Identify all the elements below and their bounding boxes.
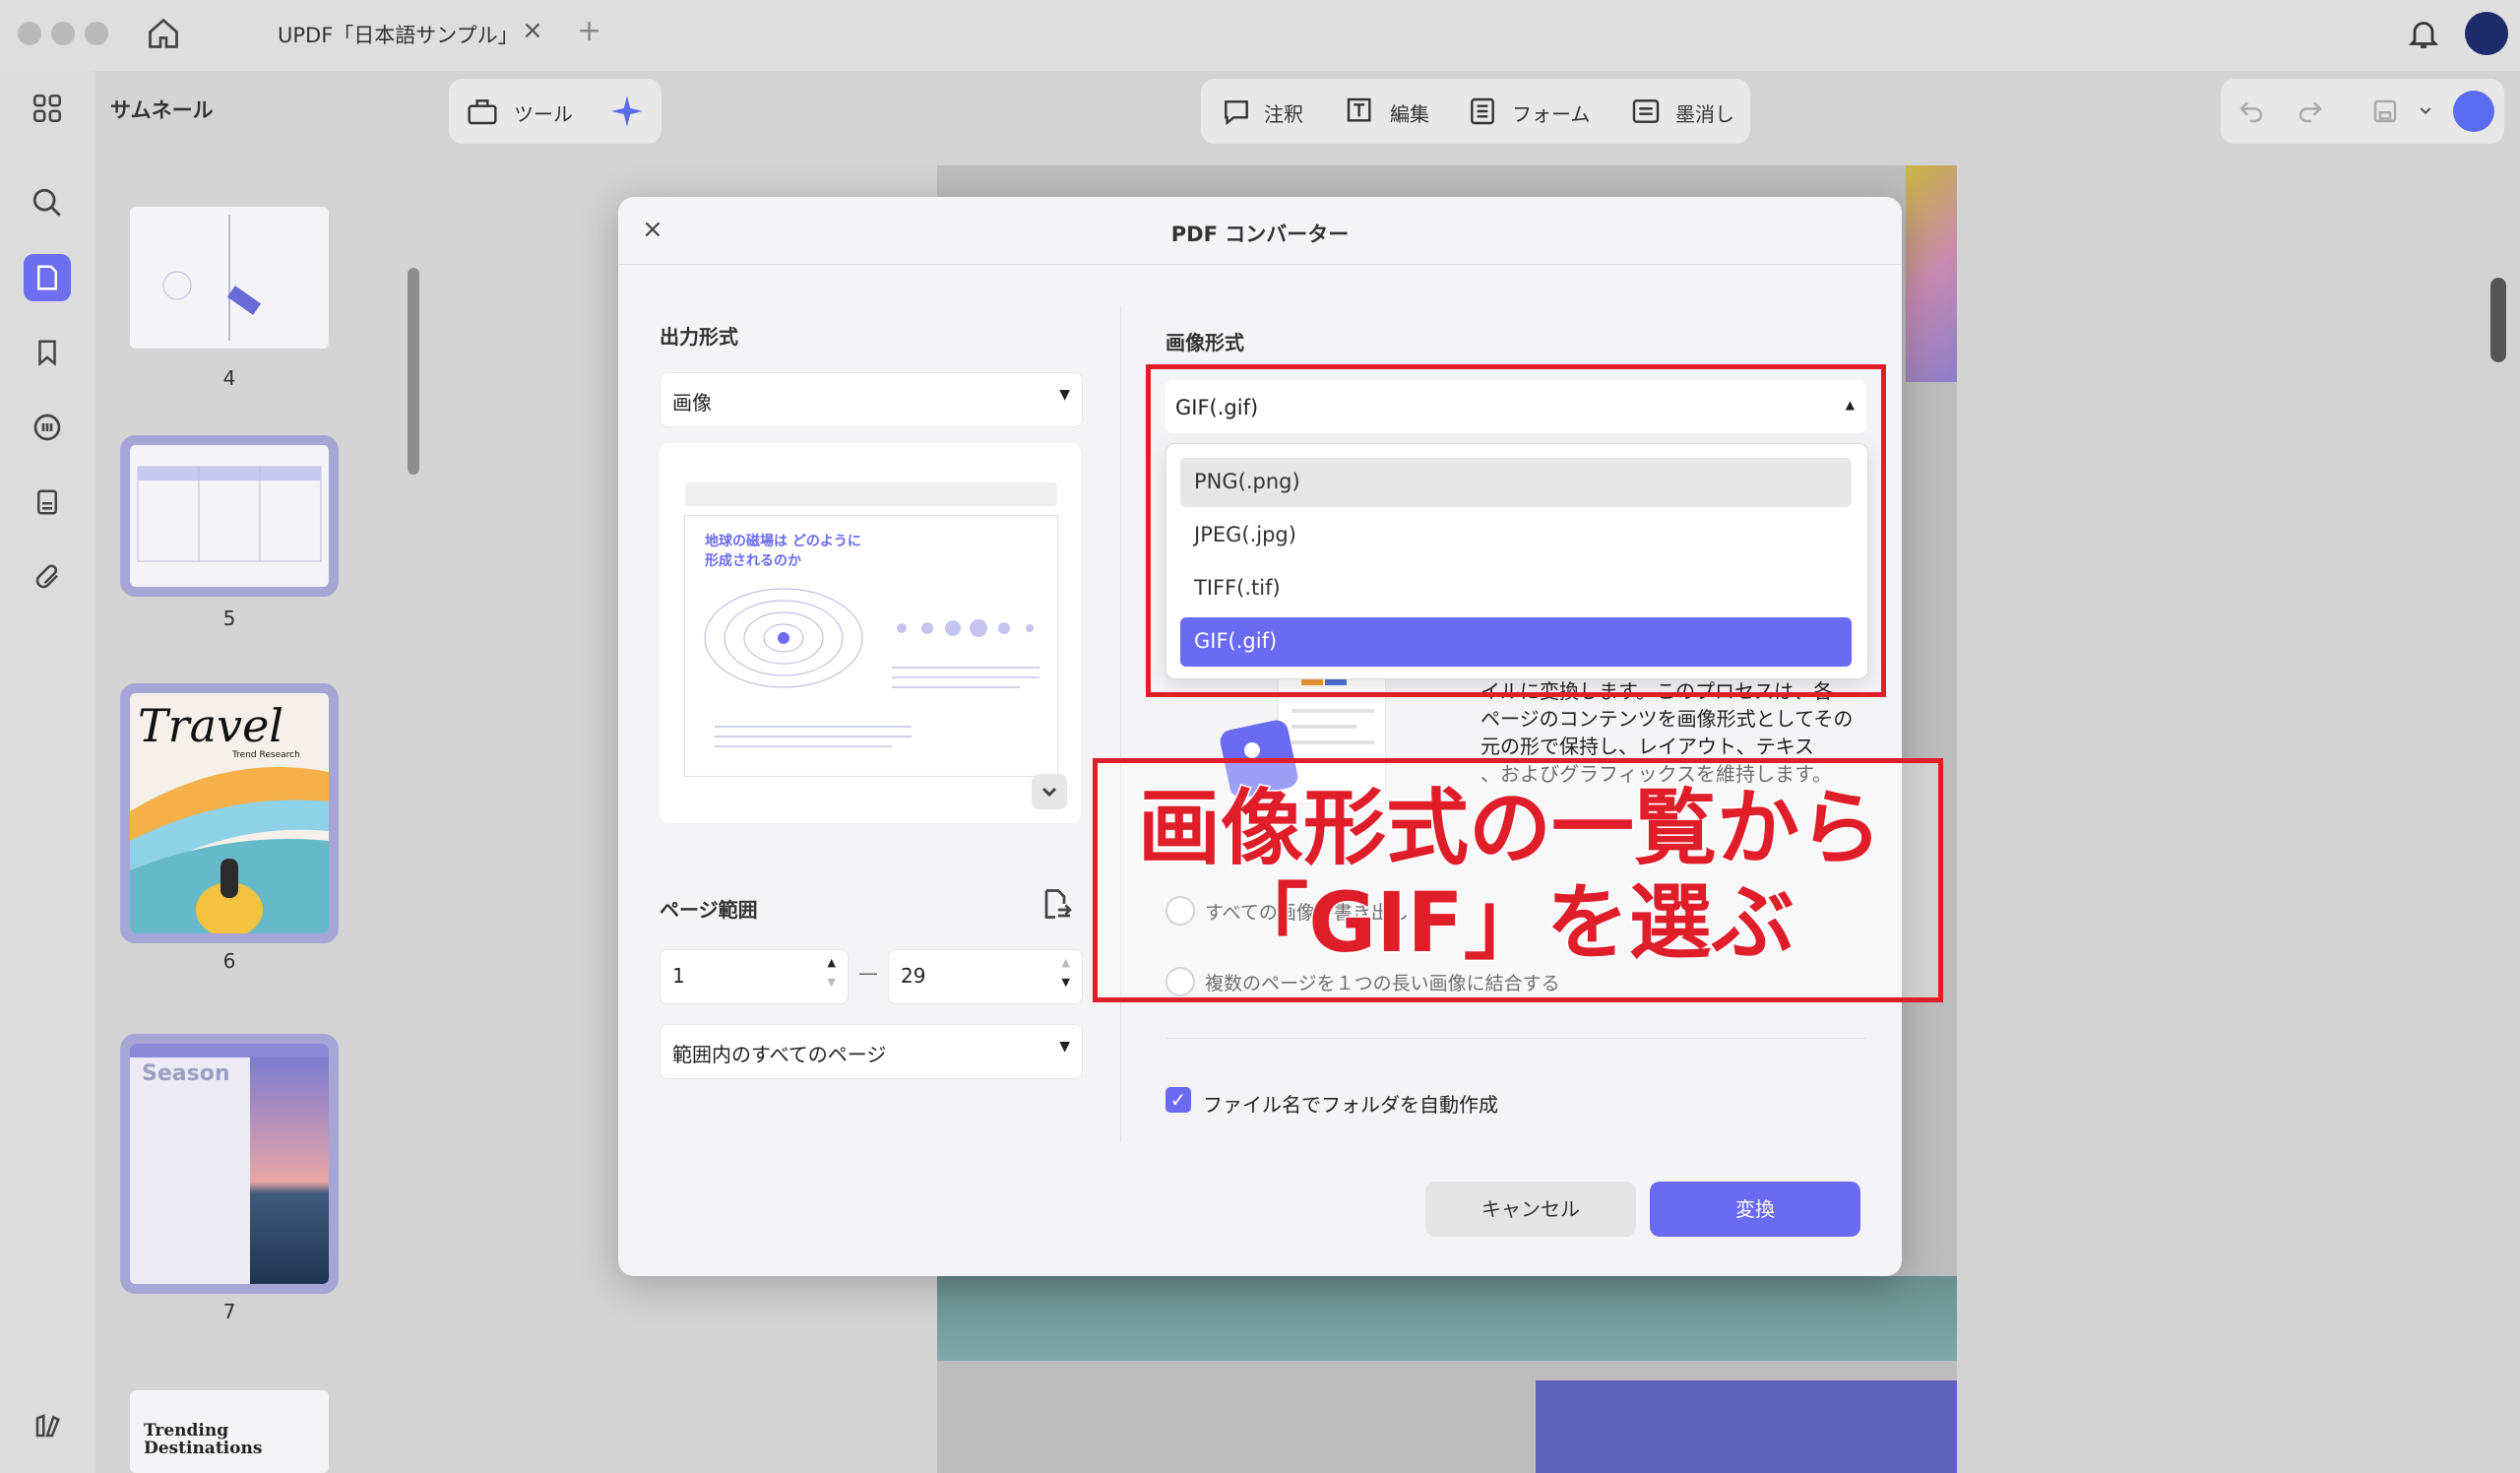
redo-icon[interactable] xyxy=(2296,96,2325,130)
form-button[interactable]: フォーム xyxy=(1512,98,1590,127)
column-divider xyxy=(1120,305,1121,1142)
thumbnail-subtitle: Trend Research xyxy=(232,750,300,760)
page-range-settings-icon[interactable] xyxy=(1038,886,1073,926)
page-color-block xyxy=(1536,1380,1957,1473)
page-photo xyxy=(937,1276,1957,1361)
range-from-stepper[interactable]: 1 ▲ ▼ xyxy=(660,949,849,1004)
thumbnail-title: Season xyxy=(142,1061,230,1086)
bookmark-icon[interactable] xyxy=(24,329,71,376)
comment-button[interactable]: 注釈 xyxy=(1264,98,1303,127)
thumbnail-page-7[interactable]: Season xyxy=(130,1044,329,1284)
range-subset-value: 範囲内のすべてのページ xyxy=(672,1043,887,1066)
thumbnail-scrollbar[interactable] xyxy=(408,268,419,475)
thumbnail-title: Travel xyxy=(138,699,284,752)
page-decoration xyxy=(1906,165,1957,382)
stepper-down-icon[interactable]: ▼ xyxy=(1062,976,1070,989)
output-format-label: 出力形式 xyxy=(660,325,738,349)
window-zoom-button[interactable] xyxy=(85,22,108,45)
range-to-value: 29 xyxy=(901,964,926,988)
document-icon[interactable] xyxy=(24,479,71,526)
history-toolbar xyxy=(2221,79,2504,144)
thumbnail-page-5[interactable] xyxy=(130,445,329,587)
window-close-button[interactable] xyxy=(18,22,41,45)
page-number: 4 xyxy=(222,366,236,390)
save-icon[interactable] xyxy=(2370,96,2400,130)
document-scrollbar[interactable] xyxy=(2490,278,2506,362)
mode-toolbar: 注釈 編集 フォーム 墨消し xyxy=(1201,79,1750,144)
home-icon[interactable] xyxy=(146,16,181,55)
window-minimize-button[interactable] xyxy=(51,22,75,45)
preview-page: 地球の磁場は どのように形成されるのか xyxy=(685,516,1057,776)
comment-icon[interactable] xyxy=(1221,96,1252,132)
page-range-label: ページ範囲 xyxy=(660,898,758,922)
divider xyxy=(1166,1038,1866,1039)
dialog-title: PDF コンバーター xyxy=(1170,223,1350,246)
redact-button[interactable]: 墨消し xyxy=(1675,98,1734,127)
annotation-line: 画像形式の一覧から xyxy=(1136,780,1883,877)
range-subset-select[interactable]: 範囲内のすべてのページ ▼ xyxy=(660,1024,1083,1079)
preview-page-stack xyxy=(685,482,1057,506)
caret-down-icon: ▼ xyxy=(1059,387,1070,403)
tools-icon[interactable] xyxy=(467,96,498,130)
range-separator: — xyxy=(858,961,878,985)
attachment-icon[interactable] xyxy=(24,553,71,601)
preview-panel: 地球の磁場は どのように形成されるのか xyxy=(660,443,1081,823)
avatar[interactable] xyxy=(2465,12,2508,55)
comments-icon[interactable] xyxy=(24,404,71,451)
stepper-up-icon[interactable]: ▲ xyxy=(828,956,836,969)
description-line: 元の形で保持し、レイアウト、テキス xyxy=(1480,735,1814,758)
tools-button[interactable]: ツール xyxy=(514,98,573,127)
tab-title: UPDF「日本語サンプル」 xyxy=(278,24,519,47)
ai-sparkle-icon[interactable] xyxy=(608,93,646,134)
caret-down-icon: ▼ xyxy=(1059,1039,1070,1055)
annotation-line: 「GIF」を選ぶ xyxy=(1225,874,1796,972)
stepper-up-icon[interactable]: ▲ xyxy=(1062,956,1070,969)
apps-grid-icon[interactable] xyxy=(24,85,71,132)
range-from-value: 1 xyxy=(672,964,685,988)
auto-folder-checkbox[interactable]: ✓ xyxy=(1166,1087,1191,1113)
output-format-value: 画像 xyxy=(672,391,712,415)
panel-title: サムネール xyxy=(110,98,214,122)
description-line: ページのコンテンツを画像形式としてその xyxy=(1480,707,1854,731)
thumbnail-panel: サムネール 4 5 Travel Trend Research 6 Season… xyxy=(94,71,433,1473)
left-rail xyxy=(0,71,94,1473)
tools-toolbar: ツール xyxy=(449,79,662,144)
stepper-down-icon[interactable]: ▼ xyxy=(828,976,836,989)
image-format-label: 画像形式 xyxy=(1166,331,1244,354)
thumbnail-page-8[interactable]: Trending Destinations xyxy=(130,1390,329,1473)
edit-icon[interactable] xyxy=(1345,95,1376,132)
search-icon[interactable] xyxy=(24,179,71,226)
convert-button[interactable]: 変換 xyxy=(1650,1182,1860,1237)
layers-icon[interactable] xyxy=(24,1402,71,1449)
annotation-highlight-box xyxy=(1146,364,1886,697)
title-bar: UPDF「日本語サンプル」 × + xyxy=(0,0,2520,71)
preview-expand-button[interactable] xyxy=(1032,774,1067,809)
page-number: 6 xyxy=(222,949,236,973)
page-number: 5 xyxy=(222,607,236,630)
document-tab[interactable]: UPDF「日本語サンプル」 × xyxy=(224,8,610,65)
form-icon[interactable] xyxy=(1467,95,1498,132)
edit-button[interactable]: 編集 xyxy=(1390,98,1429,127)
thumbnail-page-4[interactable] xyxy=(130,207,329,349)
thumbnail-page-6[interactable]: Travel Trend Research xyxy=(130,693,329,933)
new-tab-button[interactable]: + xyxy=(577,14,601,48)
redact-icon[interactable] xyxy=(1630,95,1662,132)
range-to-stepper[interactable]: 29 ▲ ▼ xyxy=(888,949,1083,1004)
preview-heading: 地球の磁場は どのように形成されるのか xyxy=(705,534,861,569)
pdf-converter-dialog: × PDF コンバーター 出力形式 画像 ▼ 地球の磁場は どのように形成される… xyxy=(618,197,1902,1276)
ai-assistant-icon[interactable] xyxy=(2453,91,2494,132)
chevron-down-icon[interactable] xyxy=(2418,102,2433,122)
undo-icon[interactable] xyxy=(2236,96,2266,130)
cancel-button[interactable]: キャンセル xyxy=(1425,1182,1636,1237)
annotation-text: 画像形式の一覧から 「GIF」を選ぶ xyxy=(1098,780,1922,972)
divider xyxy=(618,264,1902,265)
tab-close-button[interactable]: × xyxy=(522,16,543,45)
auto-folder-label: ファイル名でフォルダを自動作成 xyxy=(1203,1093,1498,1117)
bell-icon[interactable] xyxy=(2406,16,2441,55)
page-number: 7 xyxy=(222,1300,236,1323)
thumbnails-icon[interactable] xyxy=(24,254,71,301)
thumbnail-title: Trending Destinations xyxy=(144,1421,263,1458)
output-format-select[interactable]: 画像 ▼ xyxy=(660,372,1083,427)
annotation-callout: 画像形式の一覧から 「GIF」を選ぶ xyxy=(1093,758,1943,1002)
